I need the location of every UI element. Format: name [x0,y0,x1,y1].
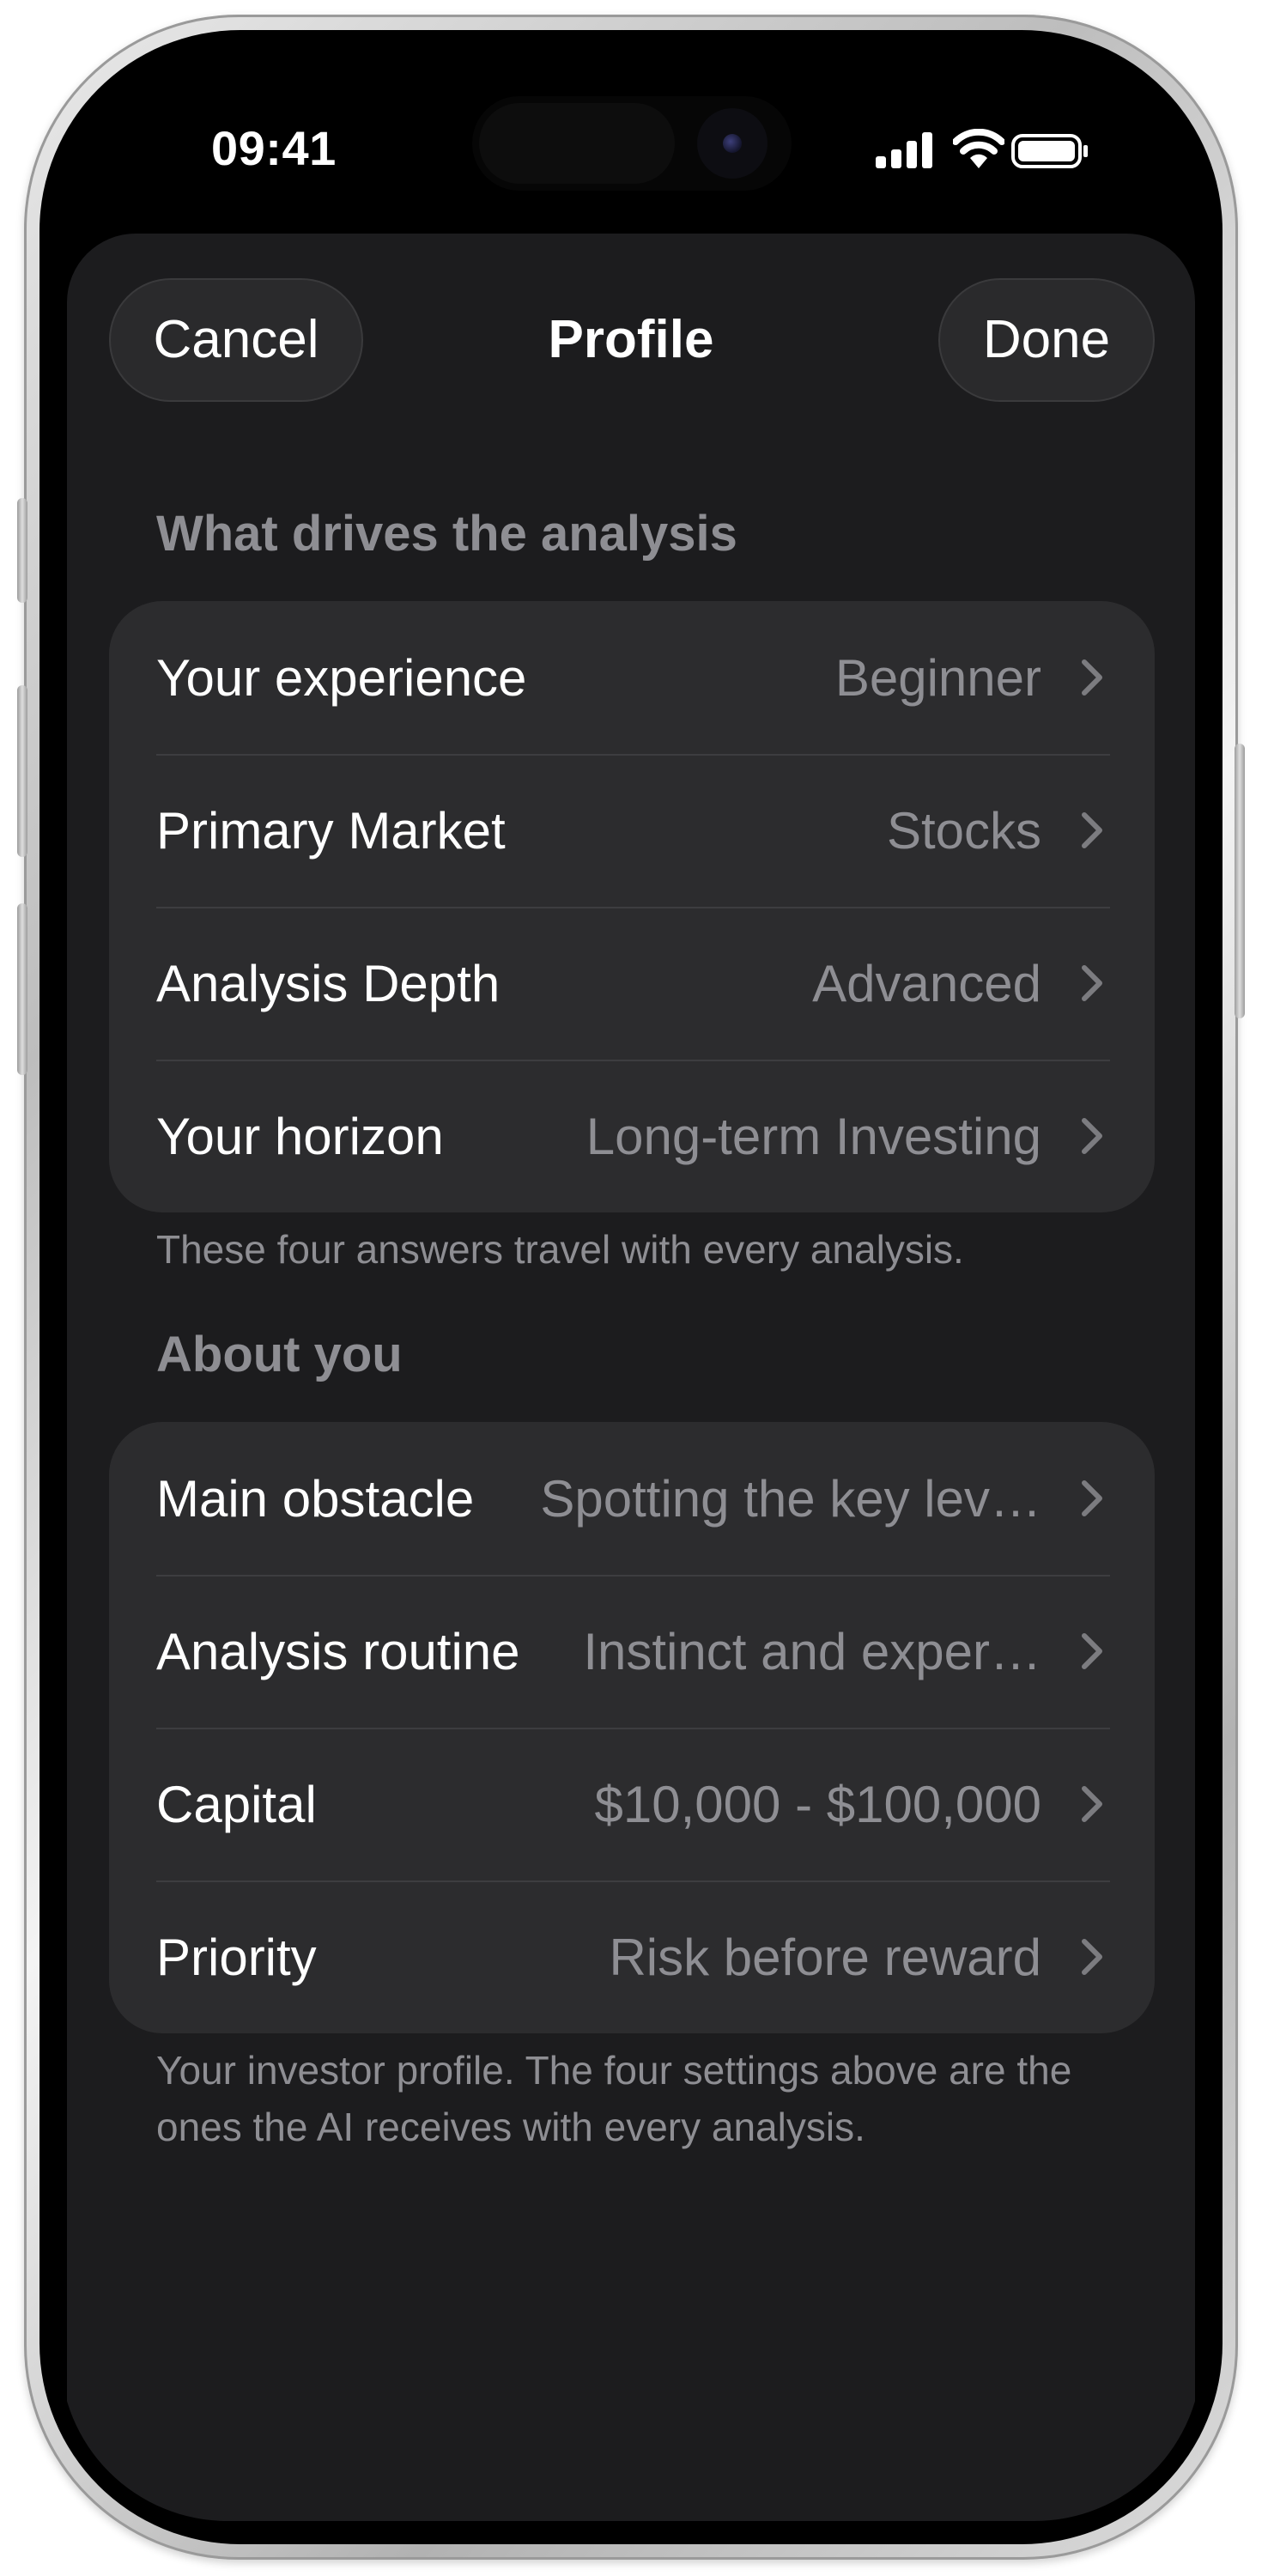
section-footer-analysis: These four answers travel with every ana… [156,1227,964,1272]
row-main-obstacle[interactable]: Main obstacle Spotting the key lev… [109,1422,1155,1575]
wifi-icon [953,129,1004,168]
status-icons [876,129,1099,172]
row-label: Analysis Depth [156,954,501,1012]
front-camera-icon [697,108,768,179]
volume-down-button [17,903,27,1075]
row-horizon[interactable]: Your horizon Long-term Investing [109,1060,1155,1212]
row-label: Analysis routine [156,1622,520,1680]
row-label: Capital [156,1775,317,1833]
chevron-right-icon [1082,1633,1102,1669]
row-label: Your experience [156,648,527,707]
profile-sheet: Cancel Profile Done What drives the anal… [67,234,1195,2521]
row-analysis-routine[interactable]: Analysis routine Instinct and exper… [109,1575,1155,1728]
row-capital[interactable]: Capital $10,000 - $100,000 [109,1728,1155,1880]
done-button[interactable]: Done [938,278,1155,402]
action-button [17,498,27,603]
status-time: 09:41 [211,121,337,175]
row-value: Beginner [834,648,1041,707]
section-header-about-you: About you [156,1327,403,1382]
volume-up-button [17,685,27,857]
row-value: Risk before reward [609,1928,1041,1986]
island-sensor [479,103,675,184]
row-label: Priority [156,1928,317,1986]
screen: 09:41 Cancel Profile Done What drives th… [60,53,1202,2521]
section-footer-about-you: Your investor profile. The four settings… [156,2048,1072,2149]
row-value: Stocks [886,801,1041,860]
row-value: Instinct and exper… [583,1622,1041,1680]
chevron-right-icon [1082,965,1102,1001]
row-primary-market[interactable]: Primary Market Stocks [109,754,1155,907]
chevron-right-icon [1082,659,1102,696]
row-label: Primary Market [156,801,506,860]
chevron-right-icon [1082,1939,1102,1975]
row-priority[interactable]: Priority Risk before reward [109,1880,1155,2033]
chevron-right-icon [1082,1480,1102,1516]
row-label: Main obstacle [156,1469,475,1528]
row-experience[interactable]: Your experience Beginner [109,601,1155,754]
battery-icon [1011,134,1088,168]
section-header-analysis: What drives the analysis [156,506,737,562]
dynamic-island [472,96,792,191]
cellular-signal-icon [876,132,932,168]
side-button [1235,744,1245,1018]
row-value: Long-term Investing [585,1107,1041,1165]
row-value: Advanced [812,954,1041,1012]
row-analysis-depth[interactable]: Analysis Depth Advanced [109,907,1155,1060]
chevron-right-icon [1082,1786,1102,1822]
chevron-right-icon [1082,812,1102,848]
row-value: $10,000 - $100,000 [594,1775,1041,1833]
analysis-settings-card: Your experience Beginner Primary Market … [109,601,1155,1212]
camera-lens [723,134,742,153]
chevron-right-icon [1082,1118,1102,1154]
row-value: Spotting the key lev… [540,1469,1041,1528]
row-label: Your horizon [156,1107,444,1165]
about-you-card: Main obstacle Spotting the key lev… Anal… [109,1422,1155,2033]
